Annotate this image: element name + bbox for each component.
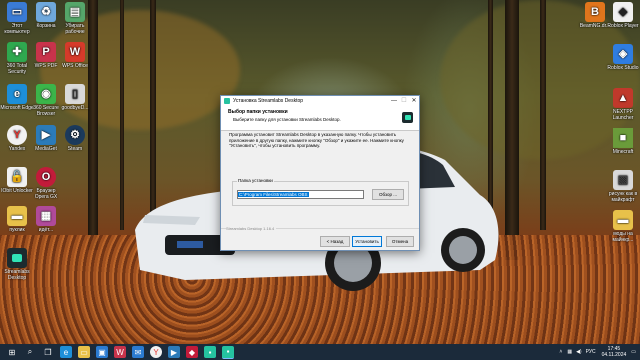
- desktop-icon-wps-office[interactable]: W WPS Office: [58, 42, 92, 69]
- yandex-icon: Y: [7, 125, 27, 145]
- taskbar-mail[interactable]: ✉: [132, 346, 144, 358]
- desktop-icon-minecraft[interactable]: ■ Minecraft: [606, 128, 640, 155]
- clock-date: 04.11.2024: [601, 352, 627, 358]
- taskbar-explorer[interactable]: ▭: [78, 346, 90, 358]
- install-path-input[interactable]: C:\Program Files\Streamlabs OBS: [237, 190, 364, 199]
- edge-icon: e: [63, 347, 69, 357]
- streamlabs-icon: [224, 98, 230, 104]
- back-button[interactable]: < Назад: [320, 236, 350, 247]
- network-icon[interactable]: ▦: [567, 349, 572, 355]
- folder-icon: ▬: [7, 206, 27, 226]
- document-icon: ▤: [65, 2, 85, 22]
- iobit-unlocker-icon: 🔓: [7, 167, 27, 187]
- taskbar-installer[interactable]: ▪: [222, 345, 234, 359]
- taskbar-media[interactable]: ▶: [168, 346, 180, 358]
- desktop-icon-launcher[interactable]: ▲ NEXTPP Launcher: [606, 88, 640, 121]
- streamlabs-logo-icon: [402, 112, 413, 123]
- wps-icon: W: [116, 347, 124, 357]
- launcher-icon: ▲: [613, 88, 633, 108]
- window-title-bar[interactable]: Установка Streamlabs Desktop — ☐ ✕: [221, 96, 419, 106]
- task-view-icon: ❐: [44, 347, 52, 357]
- app-icon: ◆: [188, 347, 196, 357]
- install-description: Программа установит Streamlabs Desktop в…: [229, 132, 404, 148]
- desktop-icon-roblox-player[interactable]: ◆ Roblox Player: [606, 2, 640, 29]
- opera-gx-icon: O: [36, 167, 56, 187]
- start-button[interactable]: ⊞: [6, 346, 18, 358]
- installer-window: Установка Streamlabs Desktop — ☐ ✕ Выбор…: [220, 95, 420, 251]
- desktop-icon-roblox-studio[interactable]: ◈ Roblox Studio: [606, 44, 640, 71]
- page-subtitle: Выберите папку для установки Streamlabs …: [233, 117, 341, 122]
- desktop-icon-mods-folder[interactable]: ▬ моды на майнкр...: [606, 210, 640, 243]
- install-path-value: C:\Program Files\Streamlabs OBS: [238, 192, 309, 197]
- image-icon: ▧: [613, 170, 633, 190]
- edge-icon: e: [7, 84, 27, 104]
- desktop-icon-opera-gx[interactable]: O Браузер Opera GX: [29, 167, 63, 200]
- mail-icon: ✉: [134, 347, 142, 357]
- streamlabs-icon: [7, 248, 27, 268]
- installer-header: Выбор папки установки Выберите папку для…: [221, 106, 419, 131]
- desktop-icon-file[interactable]: ▯ goodbyeD...: [58, 84, 92, 111]
- task-view-button[interactable]: ❐: [42, 346, 54, 358]
- cancel-button[interactable]: Отмена: [386, 236, 414, 247]
- taskbar-wps[interactable]: W: [114, 346, 126, 358]
- version-label: Streamlabs Desktop 1.16.4: [226, 226, 277, 231]
- mediaget-icon: ▶: [36, 125, 56, 145]
- recycle-bin-icon: ♻: [36, 2, 56, 22]
- maximize-button[interactable]: ☐: [399, 96, 409, 106]
- chevron-up-icon[interactable]: ˄: [559, 349, 562, 355]
- media-icon: ▶: [170, 347, 178, 357]
- taskbar-app[interactable]: ◆: [186, 346, 198, 358]
- store-icon: ▣: [98, 347, 106, 357]
- taskbar-store[interactable]: ▣: [96, 346, 108, 358]
- minecraft-icon: ■: [613, 128, 633, 148]
- taskbar-edge[interactable]: e: [60, 346, 72, 358]
- beamng-icon: B: [585, 2, 605, 22]
- 360-browser-icon: ◉: [36, 84, 56, 104]
- window-title: Установка Streamlabs Desktop: [233, 98, 304, 104]
- clock[interactable]: 17:45 04.11.2024: [602, 346, 627, 358]
- steam-icon: ⚙: [65, 125, 85, 145]
- system-tray: ˄ ▦ ◀) РУС 17:45 04.11.2024 ▭: [559, 344, 636, 360]
- taskbar-yandex[interactable]: Y: [150, 346, 162, 358]
- desktop-icon-archive[interactable]: ▦ идёт...: [29, 206, 63, 233]
- install-folder-label: Папка установки: [237, 178, 274, 183]
- archive-icon: ▦: [36, 206, 56, 226]
- taskbar-streamlabs[interactable]: ▪: [204, 346, 216, 358]
- search-icon: ⌕: [27, 347, 33, 356]
- folder-icon: ▬: [613, 210, 633, 230]
- streamlabs-icon: ▪: [208, 347, 212, 357]
- search-button[interactable]: ⌕: [24, 346, 36, 358]
- notification-icon[interactable]: ▭: [631, 349, 636, 355]
- file-icon: ▯: [65, 84, 85, 104]
- desktop-icon-steam[interactable]: ⚙ Steam: [58, 125, 92, 152]
- roblox-studio-icon: ◈: [613, 44, 633, 64]
- computer-icon: ▭: [7, 2, 27, 22]
- wps-pdf-icon: P: [36, 42, 56, 62]
- roblox-icon: ◆: [613, 2, 633, 22]
- yandex-icon: Y: [153, 347, 159, 357]
- install-folder-group: Папка установки C:\Program Files\Streaml…: [232, 178, 409, 206]
- 360-security-icon: ✚: [7, 42, 27, 62]
- close-button[interactable]: ✕: [409, 96, 419, 106]
- desktop-icon-image[interactable]: ▧ рисунк как в майкрафт: [606, 170, 640, 203]
- browse-button[interactable]: Обзор ...: [372, 189, 404, 200]
- explorer-icon: ▭: [80, 347, 88, 357]
- install-button[interactable]: Установить: [352, 236, 382, 247]
- page-title: Выбор папки установки: [228, 109, 288, 115]
- desktop-icon-document[interactable]: ▤ Убирать рабочие: [58, 2, 92, 35]
- taskbar: ⊞ ⌕ ❐ e ▭ ▣ W ✉ Y ▶ ◆ ▪ ▪ ˄ ▦ ◀) РУС 17:…: [0, 344, 640, 360]
- wps-office-icon: W: [65, 42, 85, 62]
- volume-icon[interactable]: ◀): [576, 349, 582, 355]
- language-indicator[interactable]: РУС: [586, 349, 596, 355]
- minimize-button[interactable]: —: [389, 96, 399, 106]
- start-icon: ⊞: [8, 347, 16, 357]
- installer-icon: ▪: [226, 347, 230, 356]
- desktop-icon-streamlabs[interactable]: Streamlabs Desktop: [0, 248, 34, 281]
